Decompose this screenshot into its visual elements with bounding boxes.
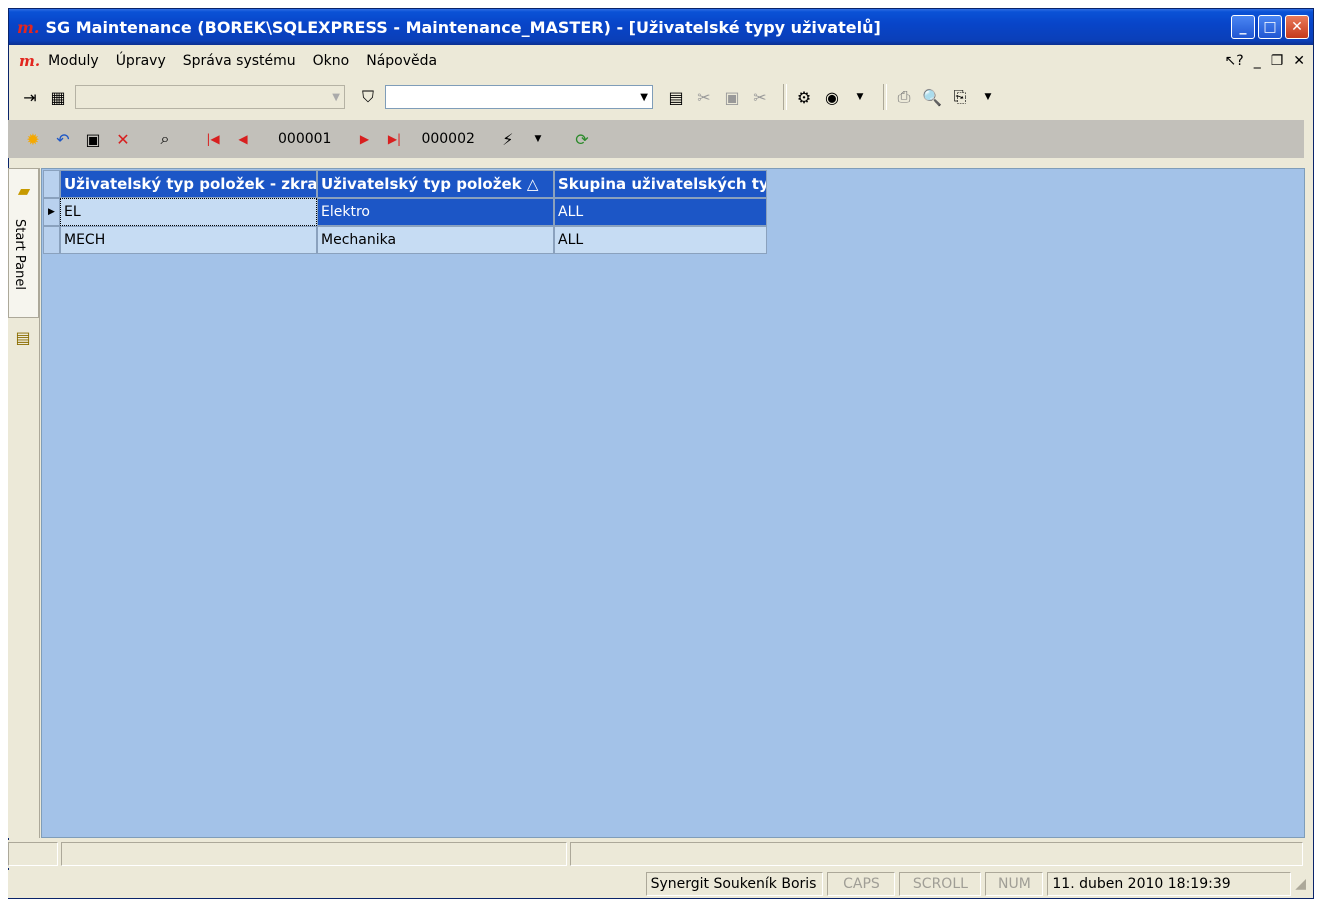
folder-icon: ▰: [17, 180, 31, 200]
filter-clear-icon[interactable]: ✂: [749, 86, 771, 108]
context-help-icon[interactable]: ↖?: [1225, 53, 1244, 69]
mdi-minimize-button[interactable]: _: [1254, 53, 1261, 69]
resize-grip-icon[interactable]: ◢: [1295, 876, 1306, 892]
save-icon[interactable]: ▣: [82, 128, 104, 150]
delete-icon[interactable]: ✕: [112, 128, 134, 150]
menu-napoveda[interactable]: Nápověda: [366, 53, 437, 69]
menu-moduly[interactable]: Moduly: [48, 53, 99, 69]
window-title: SG Maintenance (BOREK\SQLEXPRESS - Maint…: [45, 17, 881, 37]
cell-abbreviation[interactable]: EL: [60, 198, 317, 226]
menu-sprava-systemu[interactable]: Správa systému: [183, 53, 296, 69]
refresh-icon[interactable]: ⟳: [571, 128, 593, 150]
previous-record-icon[interactable]: ◀: [232, 128, 254, 150]
find-icon[interactable]: ⌕: [154, 128, 176, 150]
column-header-type[interactable]: Uživatelský typ položek △: [317, 170, 554, 198]
toolbar-separator: [783, 84, 787, 110]
main-toolbar: ⇥ ▦ ▼ ⛉ ▼ ▤ ✂ ▣ ✂ ⚙ ◉ ▼ ⎙ 🔍 ⎘ ▼: [9, 77, 1313, 117]
filter-select[interactable]: ▼: [385, 85, 653, 109]
close-button[interactable]: ✕: [1285, 15, 1309, 39]
mdi-restore-button[interactable]: ❐: [1271, 53, 1284, 69]
grid-header-row: Uživatelský typ položek - zkratka Uživat…: [43, 170, 767, 198]
cell-type[interactable]: Elektro: [317, 198, 554, 226]
app-logo-icon: m.: [17, 17, 40, 37]
menu-upravy[interactable]: Úpravy: [116, 53, 166, 69]
exit-icon[interactable]: ⇥: [19, 86, 41, 108]
undo-icon[interactable]: ↶: [52, 128, 74, 150]
last-record-icon[interactable]: ▶|: [383, 128, 405, 150]
form-status-bar: [8, 840, 1306, 868]
filter-remove-icon[interactable]: ✂: [693, 86, 715, 108]
eye-dropdown-icon[interactable]: ▼: [849, 86, 871, 108]
current-record-number: 000001: [278, 131, 332, 147]
toolbar-separator: [883, 84, 887, 110]
grid-area: Uživatelský typ položek - zkratka Uživat…: [41, 168, 1305, 838]
export-icon[interactable]: ⎘: [949, 86, 971, 108]
column-header-group[interactable]: Skupina uživatelských typů: [554, 170, 767, 198]
print-preview-icon[interactable]: 🔍: [921, 86, 943, 108]
grid-corner: [43, 170, 60, 198]
cell-group[interactable]: ALL: [554, 226, 767, 254]
total-records-number: 000002: [421, 131, 475, 147]
menu-okno[interactable]: Okno: [313, 53, 350, 69]
column-header-abbreviation[interactable]: Uživatelský typ položek - zkratka: [60, 170, 317, 198]
new-record-icon[interactable]: ✹: [22, 128, 44, 150]
wand-icon[interactable]: ⚡: [497, 128, 519, 150]
cell-type[interactable]: Mechanika: [317, 226, 554, 254]
data-grid: Uživatelský typ položek - zkratka Uživat…: [43, 170, 767, 254]
row-header[interactable]: [43, 226, 60, 254]
status-panel: [8, 842, 58, 866]
wand-dropdown-icon[interactable]: ▼: [527, 128, 549, 150]
start-panel-label: Start Panel: [12, 219, 27, 290]
title-bar[interactable]: m. SG Maintenance (BOREK\SQLEXPRESS - Ma…: [9, 9, 1313, 45]
record-toolbar: ✹ ↶ ▣ ✕ ⌕ |◀ ◀ 000001 ▶ ▶| 000002 ⚡ ▼ ⟳: [8, 120, 1304, 158]
table-row[interactable]: ▶ EL Elektro ALL: [43, 198, 767, 226]
print-icon[interactable]: ⎙: [893, 86, 915, 108]
maximize-button[interactable]: □: [1258, 15, 1282, 39]
status-caps: CAPS: [827, 872, 896, 896]
view-select[interactable]: ▼: [75, 85, 345, 109]
favorites-icon[interactable]: ▤: [12, 326, 34, 348]
mdi-close-button[interactable]: ✕: [1293, 53, 1305, 69]
next-record-icon[interactable]: ▶: [353, 128, 375, 150]
status-user: Synergit Soukeník Boris: [645, 872, 824, 896]
tools-icon[interactable]: ⚙: [793, 86, 815, 108]
menu-logo-icon[interactable]: m.: [19, 52, 40, 70]
first-record-icon[interactable]: |◀: [202, 128, 224, 150]
filter-icon[interactable]: ⛉: [357, 86, 379, 108]
export-dropdown-icon[interactable]: ▼: [977, 86, 999, 108]
table-row[interactable]: MECH Mechanika ALL: [43, 226, 767, 254]
grid-view-icon[interactable]: ▦: [47, 86, 69, 108]
status-datetime: 11. duben 2010 18:19:39: [1047, 872, 1292, 896]
minimize-button[interactable]: _: [1231, 15, 1255, 39]
filter-edit-icon[interactable]: ▤: [665, 86, 687, 108]
start-panel-sidebar: ▰ Start Panel ▤: [8, 168, 40, 838]
app-status-bar: Synergit Soukeník Boris CAPS SCROLL NUM …: [8, 870, 1306, 898]
menu-bar: m. Moduly Úpravy Správa systému Okno Náp…: [9, 45, 1313, 77]
status-panel: [61, 842, 567, 866]
current-row-indicator-icon: ▶: [43, 198, 60, 226]
status-scroll: SCROLL: [899, 872, 982, 896]
start-panel-tab[interactable]: ▰ Start Panel: [8, 168, 39, 318]
eye-icon[interactable]: ◉: [821, 86, 843, 108]
status-num: NUM: [985, 872, 1044, 896]
filter-save-icon[interactable]: ▣: [721, 86, 743, 108]
cell-abbreviation[interactable]: MECH: [60, 226, 317, 254]
status-spacer: [8, 872, 642, 896]
status-panel: [570, 842, 1303, 866]
cell-group[interactable]: ALL: [554, 198, 767, 226]
